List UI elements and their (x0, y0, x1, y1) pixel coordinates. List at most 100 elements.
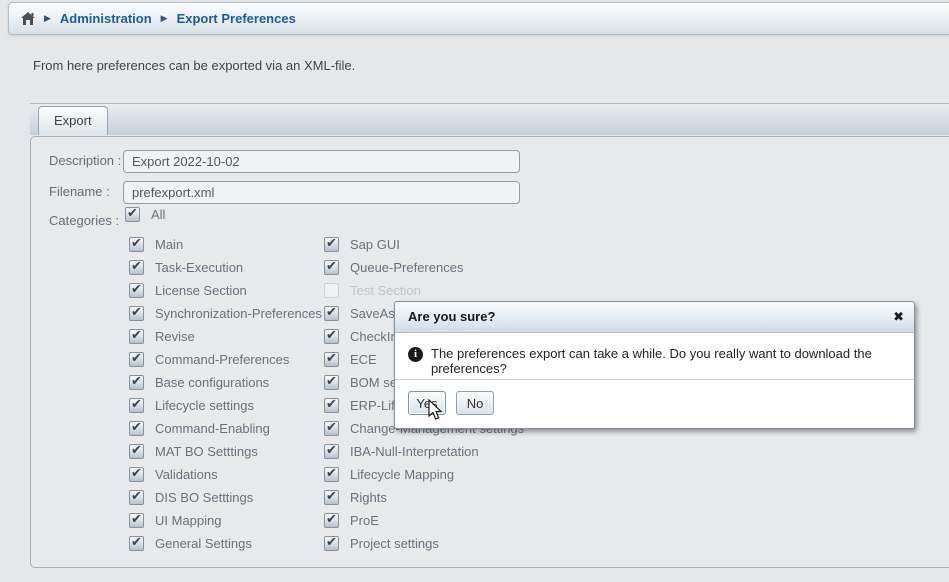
category-label: Lifecycle settings (155, 398, 254, 414)
check-icon: ✔ (131, 235, 142, 252)
check-icon: ✔ (326, 465, 337, 482)
category-row: ✔ UI Mapping (129, 513, 322, 536)
category-row: ✔ MAT BO Setttings (129, 444, 322, 467)
checkbox-ui-mapping[interactable]: ✔ (129, 513, 144, 528)
category-column-left: ✔Main✔Task-Execution✔License Section✔Syn… (129, 237, 322, 559)
category-row: ✔Lifecycle Mapping (324, 467, 524, 490)
breadcrumb-administration[interactable]: Administration (60, 11, 152, 26)
category-label: Synchronization-Preferences (155, 306, 322, 322)
checkbox-all[interactable]: ✔ (125, 207, 140, 222)
intro-text: From here preferences can be exported vi… (33, 58, 355, 73)
check-icon: ✔ (131, 465, 142, 482)
breadcrumb-export-preferences[interactable]: Export Preferences (177, 11, 296, 26)
checkbox-bom-sett[interactable]: ✔ (324, 375, 339, 390)
checkbox-task-execution[interactable]: ✔ (129, 260, 144, 275)
category-label: Validations (155, 467, 218, 483)
no-button[interactable]: No (456, 391, 494, 415)
yes-button[interactable]: Yes (408, 391, 446, 415)
check-icon: ✔ (326, 258, 337, 275)
checkbox-saveas-a[interactable]: ✔ (324, 306, 339, 321)
category-label: License Section (155, 283, 247, 299)
tab-export[interactable]: Export (38, 106, 108, 135)
dialog-header: Are you sure? ✖ (395, 302, 914, 333)
dialog-footer: Yes No (395, 379, 914, 428)
category-row: ✔ License Section (129, 283, 322, 306)
checkbox-dis-bo-setttings[interactable]: ✔ (129, 490, 144, 505)
check-icon: ✔ (326, 235, 337, 252)
check-icon: ✔ (131, 258, 142, 275)
check-icon: ✔ (326, 350, 337, 367)
home-icon[interactable] (21, 12, 35, 25)
category-label: Test Section (350, 283, 421, 299)
checkbox-lifecycle-mapping[interactable]: ✔ (324, 467, 339, 482)
category-label: Sap GUI (350, 237, 400, 253)
checkbox-change-management-settings[interactable]: ✔ (324, 421, 339, 436)
category-row: ✔ Command-Preferences (129, 352, 322, 375)
export-preferences-page: ▶ Administration ▶ Export Preferences Fr… (0, 0, 949, 582)
category-label: DIS BO Setttings (155, 490, 253, 506)
checkbox-project-settings[interactable]: ✔ (324, 536, 339, 551)
description-input[interactable] (123, 150, 520, 173)
info-icon: i (408, 347, 423, 362)
category-row: ✔Project settings (324, 536, 524, 559)
checkbox-command-preferences[interactable]: ✔ (129, 352, 144, 367)
check-icon: ✔ (326, 534, 337, 551)
checkbox-test-section[interactable] (324, 283, 339, 298)
dialog-message: The preferences export can take a while.… (431, 346, 904, 376)
checkbox-main[interactable]: ✔ (129, 237, 144, 252)
check-icon: ✔ (131, 373, 142, 390)
category-label: Main (155, 237, 183, 253)
category-label: General Settings (155, 536, 252, 552)
category-row: ✔ Command-Enabling (129, 421, 322, 444)
checkbox-base-configurations[interactable]: ✔ (129, 375, 144, 390)
category-label: ProE (350, 513, 379, 529)
checkbox-checkin[interactable]: ✔ (324, 329, 339, 344)
close-icon[interactable]: ✖ (893, 302, 904, 332)
category-label: MAT BO Setttings (155, 444, 258, 460)
checkbox-validations[interactable]: ✔ (129, 467, 144, 482)
categories-label: Categories : (49, 213, 119, 228)
category-row: ✔ Sap GUI (324, 237, 524, 260)
checkbox-rights[interactable]: ✔ (324, 490, 339, 505)
breadcrumb: ▶ Administration ▶ Export Preferences (8, 2, 949, 35)
dialog-title: Are you sure? (395, 309, 495, 324)
check-icon: ✔ (131, 327, 142, 344)
category-label: UI Mapping (155, 513, 221, 529)
filename-input[interactable] (123, 181, 520, 204)
category-row: ✔ Revise (129, 329, 322, 352)
category-row: ✔ General Settings (129, 536, 322, 559)
checkbox-revise[interactable]: ✔ (129, 329, 144, 344)
check-icon: ✔ (326, 419, 337, 436)
check-icon: ✔ (326, 373, 337, 390)
check-icon: ✔ (326, 488, 337, 505)
check-icon: ✔ (131, 396, 142, 413)
checkbox-erp-lifec[interactable]: ✔ (324, 398, 339, 413)
category-row-all: ✔ All (125, 207, 165, 223)
category-label: Command-Preferences (155, 352, 289, 368)
category-label: ECE (350, 352, 377, 368)
checkbox-sap-gui[interactable]: ✔ (324, 237, 339, 252)
category-label: Command-Enabling (155, 421, 270, 437)
checkbox-license-section[interactable]: ✔ (129, 283, 144, 298)
check-icon: ✔ (326, 327, 337, 344)
category-row: ✔ Validations (129, 467, 322, 490)
checkbox-command-enabling[interactable]: ✔ (129, 421, 144, 436)
checkbox-lifecycle-settings[interactable]: ✔ (129, 398, 144, 413)
category-label: Rights (350, 490, 387, 506)
category-label: Revise (155, 329, 195, 345)
checkbox-synchronization-preferences[interactable]: ✔ (129, 306, 144, 321)
category-row: ✔IBA-Null-Interpretation (324, 444, 524, 467)
checkbox-ece[interactable]: ✔ (324, 352, 339, 367)
checkbox-mat-bo-setttings[interactable]: ✔ (129, 444, 144, 459)
checkbox-iba-null-interpretation[interactable]: ✔ (324, 444, 339, 459)
confirm-dialog: Are you sure? ✖ i The preferences export… (394, 301, 915, 429)
checkbox-queue-preferences[interactable]: ✔ (324, 260, 339, 275)
checkbox-proe[interactable]: ✔ (324, 513, 339, 528)
check-icon: ✔ (131, 419, 142, 436)
check-icon: ✔ (326, 304, 337, 321)
check-icon: ✔ (127, 205, 138, 222)
filename-label: Filename : (49, 184, 110, 199)
check-icon: ✔ (131, 281, 142, 298)
checkbox-general-settings[interactable]: ✔ (129, 536, 144, 551)
check-icon: ✔ (131, 511, 142, 528)
